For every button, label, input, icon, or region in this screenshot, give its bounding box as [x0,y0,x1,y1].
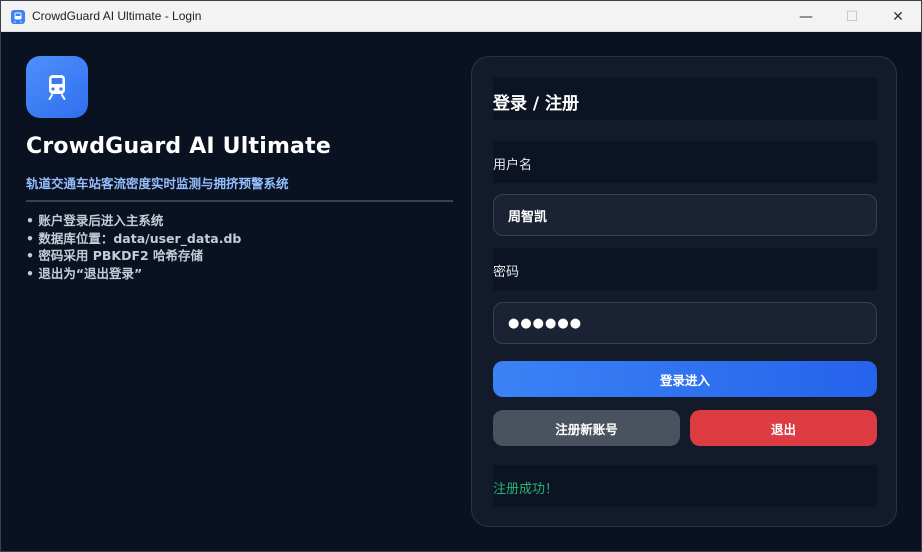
info-item: • 退出为“退出登录” [26,265,143,281]
register-button[interactable]: 注册新账号 [493,410,680,446]
status-box: 注册成功！ [493,465,877,507]
password-label: 密码 [493,265,520,280]
window-title: CrowdGuard AI Ultimate - Login [32,9,202,23]
info-item: • 密码采用 PBKDF2 哈希存储 [26,248,204,263]
card-header: 登录 / 注册 [493,78,877,120]
app-subtitle: 轨道交通车站客流密度实时监测与拥挤预警系统 [26,176,289,191]
username-label: 用户名 [493,158,533,173]
username-label-box: 用户名 [493,141,877,183]
title-bar[interactable]: CrowdGuard AI Ultimate - Login — ☐ ✕ [1,1,921,32]
minimize-button[interactable]: — [783,1,829,32]
card-title: 登录 / 注册 [493,94,580,114]
password-input[interactable]: ●●●●●● [493,302,877,344]
divider [26,200,453,202]
app-name: CrowdGuard AI Ultimate [26,134,331,159]
client-area: CrowdGuard AI Ultimate 轨道交通车站客流密度实时监测与拥挤… [1,32,921,551]
maximize-button[interactable]: ☐ [829,1,875,32]
login-button[interactable]: 登录进入 [493,361,877,397]
info-item: • 账户登录后进入主系统 [26,213,164,228]
train-icon [26,56,88,118]
status-message: 注册成功！ [493,482,559,497]
info-item: • 数据库位置：data/user_data.db [26,230,242,246]
login-card: 登录 / 注册 用户名 周智凯 密码 ●●●●●● 登录进入 注册新账号 退出 … [471,56,897,527]
app-window: CrowdGuard AI Ultimate - Login — ☐ ✕ Cro… [0,0,922,552]
info-list: • 账户登录后进入主系统 • 数据库位置：data/user_data.db •… [26,212,241,282]
exit-button[interactable]: 退出 [690,410,877,446]
username-input[interactable]: 周智凯 [493,194,877,236]
password-label-box: 密码 [493,248,877,290]
close-button[interactable]: ✕ [875,1,921,32]
train-icon [11,9,25,24]
